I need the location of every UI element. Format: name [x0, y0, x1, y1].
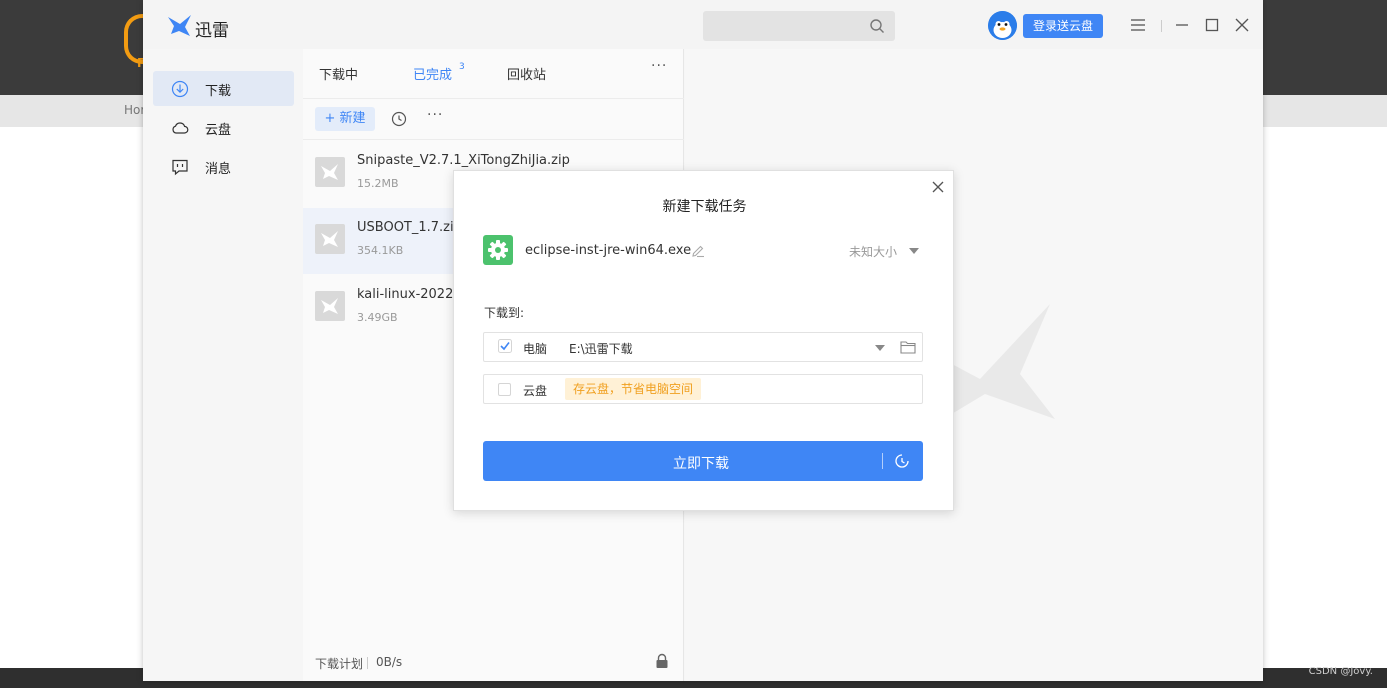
sidebar: 下载 云盘 消息 — [143, 49, 303, 681]
sidebar-item-label: 云盘 — [205, 123, 232, 138]
exe-file-icon — [483, 235, 513, 265]
login-promo-button[interactable]: 登录送云盘 — [1023, 14, 1103, 38]
message-icon — [172, 159, 188, 176]
file-size: 354.1KB — [357, 244, 404, 257]
footer-divider — [367, 657, 368, 669]
file-type-icon — [315, 224, 345, 254]
download-now-button[interactable]: 立即下载 — [483, 441, 923, 481]
download-now-label: 立即下载 — [673, 456, 729, 472]
close-icon[interactable] — [1234, 17, 1250, 33]
destination-label: 下载到: — [484, 306, 525, 320]
path-dropdown-icon[interactable] — [875, 345, 885, 351]
destination-pc-row[interactable]: 电脑 E:\迅雷下载 — [483, 332, 923, 362]
app-title: 迅雷 — [195, 21, 229, 41]
list-footer: 下载计划 0B/s — [303, 645, 684, 681]
avatar[interactable] — [988, 11, 1017, 40]
sidebar-item-label: 消息 — [205, 162, 232, 177]
maximize-icon[interactable] — [1204, 17, 1220, 33]
file-name: kali-linux-2022. — [357, 287, 458, 302]
dialog-title: 新建下载任务 — [662, 199, 747, 215]
xunlei-file-icon — [321, 298, 338, 314]
file-name: USBOOT_1.7.zip — [357, 220, 462, 235]
xunlei-bird-logo-icon — [168, 15, 191, 36]
sidebar-item-download[interactable]: 下载 — [153, 71, 294, 106]
file-size: 3.49GB — [357, 311, 398, 324]
tab-downloading[interactable]: 下载中 — [319, 64, 358, 83]
download-plan-link[interactable]: 下载计划 — [315, 655, 363, 672]
cloud-label: 云盘 — [523, 384, 548, 398]
tab-completed[interactable]: 已完成 — [413, 64, 452, 83]
download-file-name: eclipse-inst-jre-win64.exe — [525, 243, 692, 258]
new-download-dialog: 新建下载任务 eclipse-inst-jre-win64.exe 未知大小 下… — [453, 170, 954, 511]
cloud-checkbox[interactable] — [498, 383, 511, 396]
menu-icon[interactable] — [1130, 17, 1146, 33]
title-bar: 迅雷 登录送云盘 — [143, 0, 1263, 49]
folder-icon[interactable] — [900, 340, 916, 354]
sidebar-item-cloud[interactable]: 云盘 — [153, 110, 294, 145]
tab-recycle-bin[interactable]: 回收站 — [507, 64, 546, 83]
cloud-icon — [172, 122, 189, 134]
dialog-close-icon[interactable] — [932, 181, 944, 193]
file-size: 15.2MB — [357, 177, 399, 190]
chevron-down-icon[interactable] — [909, 248, 919, 254]
download-icon — [171, 80, 189, 98]
xunlei-file-icon — [321, 164, 338, 180]
new-task-button[interactable]: + 新建 — [315, 107, 375, 131]
search-icon[interactable] — [869, 18, 885, 34]
edit-icon[interactable] — [691, 244, 705, 258]
file-size-label: 未知大小 — [849, 245, 898, 259]
xunlei-file-icon — [321, 231, 338, 247]
cloud-promo-tag: 存云盘，节省电脑空间 — [565, 378, 702, 400]
download-speed: 0B/s — [376, 655, 403, 669]
more-options-icon[interactable]: ··· — [651, 58, 667, 74]
history-clock-icon[interactable] — [391, 111, 407, 127]
lock-icon[interactable] — [655, 653, 669, 669]
completed-count-badge: 3 — [459, 62, 465, 72]
file-type-icon — [315, 157, 345, 187]
watermark: CSDN @Jovy. — [1308, 666, 1373, 677]
destination-cloud-row[interactable]: 云盘 存云盘，节省电脑空间 — [483, 374, 923, 404]
tab-bar: 下载中 已完成 3 回收站 ··· — [303, 49, 684, 99]
save-path[interactable]: E:\迅雷下载 — [569, 340, 633, 357]
list-toolbar: + 新建 ··· — [303, 99, 684, 140]
search-input[interactable] — [703, 11, 895, 41]
penguin-avatar-icon — [988, 11, 1017, 40]
sidebar-item-messages[interactable]: 消息 — [153, 149, 294, 184]
pc-label: 电脑 — [523, 342, 548, 356]
button-divider — [882, 453, 883, 469]
toolbar-more-icon[interactable]: ··· — [427, 107, 443, 123]
pc-checkbox[interactable] — [498, 339, 512, 353]
minimize-icon[interactable] — [1174, 17, 1190, 33]
titlebar-divider — [1161, 20, 1162, 32]
schedule-clock-icon[interactable] — [894, 453, 910, 469]
gear-icon — [488, 240, 508, 260]
file-name: Snipaste_V2.7.1_XiTongZhiJia.zip — [357, 153, 570, 168]
sidebar-item-label: 下载 — [205, 84, 232, 99]
file-type-icon — [315, 291, 345, 321]
